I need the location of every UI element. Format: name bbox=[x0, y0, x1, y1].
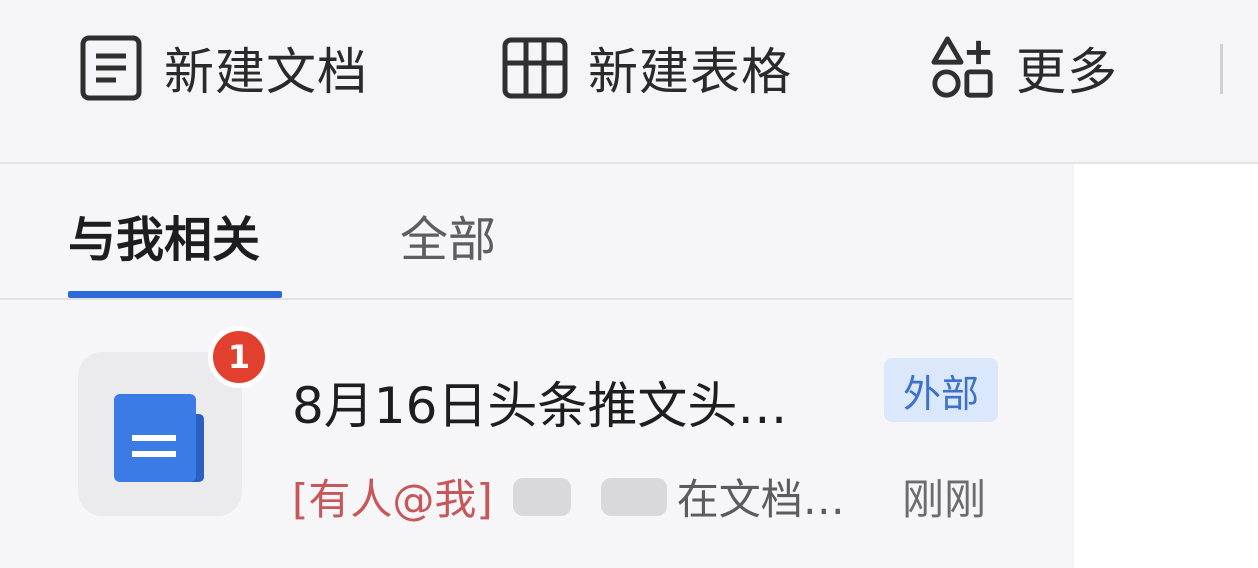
document-icon bbox=[78, 35, 144, 101]
more-button[interactable]: 更多 bbox=[930, 30, 1118, 106]
blue-doc-file-icon bbox=[114, 390, 208, 490]
tab-bar: 与我相关 全部 bbox=[0, 164, 1072, 300]
document-subtitle: [有人@我] 在文档… bbox=[292, 466, 845, 527]
active-tab-indicator bbox=[68, 291, 282, 298]
timestamp: 刚刚 bbox=[902, 475, 987, 524]
top-toolbar: 新建文档 新建表格 更多 bbox=[0, 0, 1258, 164]
new-document-label: 新建文档 bbox=[164, 43, 368, 101]
toolbar-divider bbox=[1220, 44, 1223, 94]
new-document-button[interactable]: 新建文档 bbox=[78, 30, 368, 106]
external-tag: 外部 bbox=[884, 358, 998, 422]
tab-related-to-me[interactable]: 与我相关 bbox=[68, 200, 260, 270]
redacted-name-block bbox=[512, 477, 571, 516]
table-grid-icon bbox=[502, 35, 568, 101]
subtitle-text: 在文档… bbox=[676, 475, 845, 524]
mention-label: [有人@我] bbox=[292, 475, 493, 524]
redacted-name-block bbox=[600, 477, 667, 516]
new-spreadsheet-button[interactable]: 新建表格 bbox=[502, 30, 792, 106]
more-label: 更多 bbox=[1016, 43, 1118, 101]
document-list-panel: 与我相关 全部 1 8月16日头条推文头… 外部 [有人@我] 在文档… 刚刚 bbox=[0, 164, 1072, 568]
unread-count-badge: 1 bbox=[208, 326, 270, 388]
shapes-plus-icon bbox=[930, 35, 996, 101]
list-item[interactable]: 1 8月16日头条推文头… 外部 [有人@我] 在文档… 刚刚 bbox=[0, 304, 1072, 568]
new-spreadsheet-label: 新建表格 bbox=[588, 43, 792, 101]
tab-all[interactable]: 全部 bbox=[400, 200, 496, 270]
document-title: 8月16日头条推文头… bbox=[292, 377, 788, 435]
side-area bbox=[1074, 164, 1258, 568]
